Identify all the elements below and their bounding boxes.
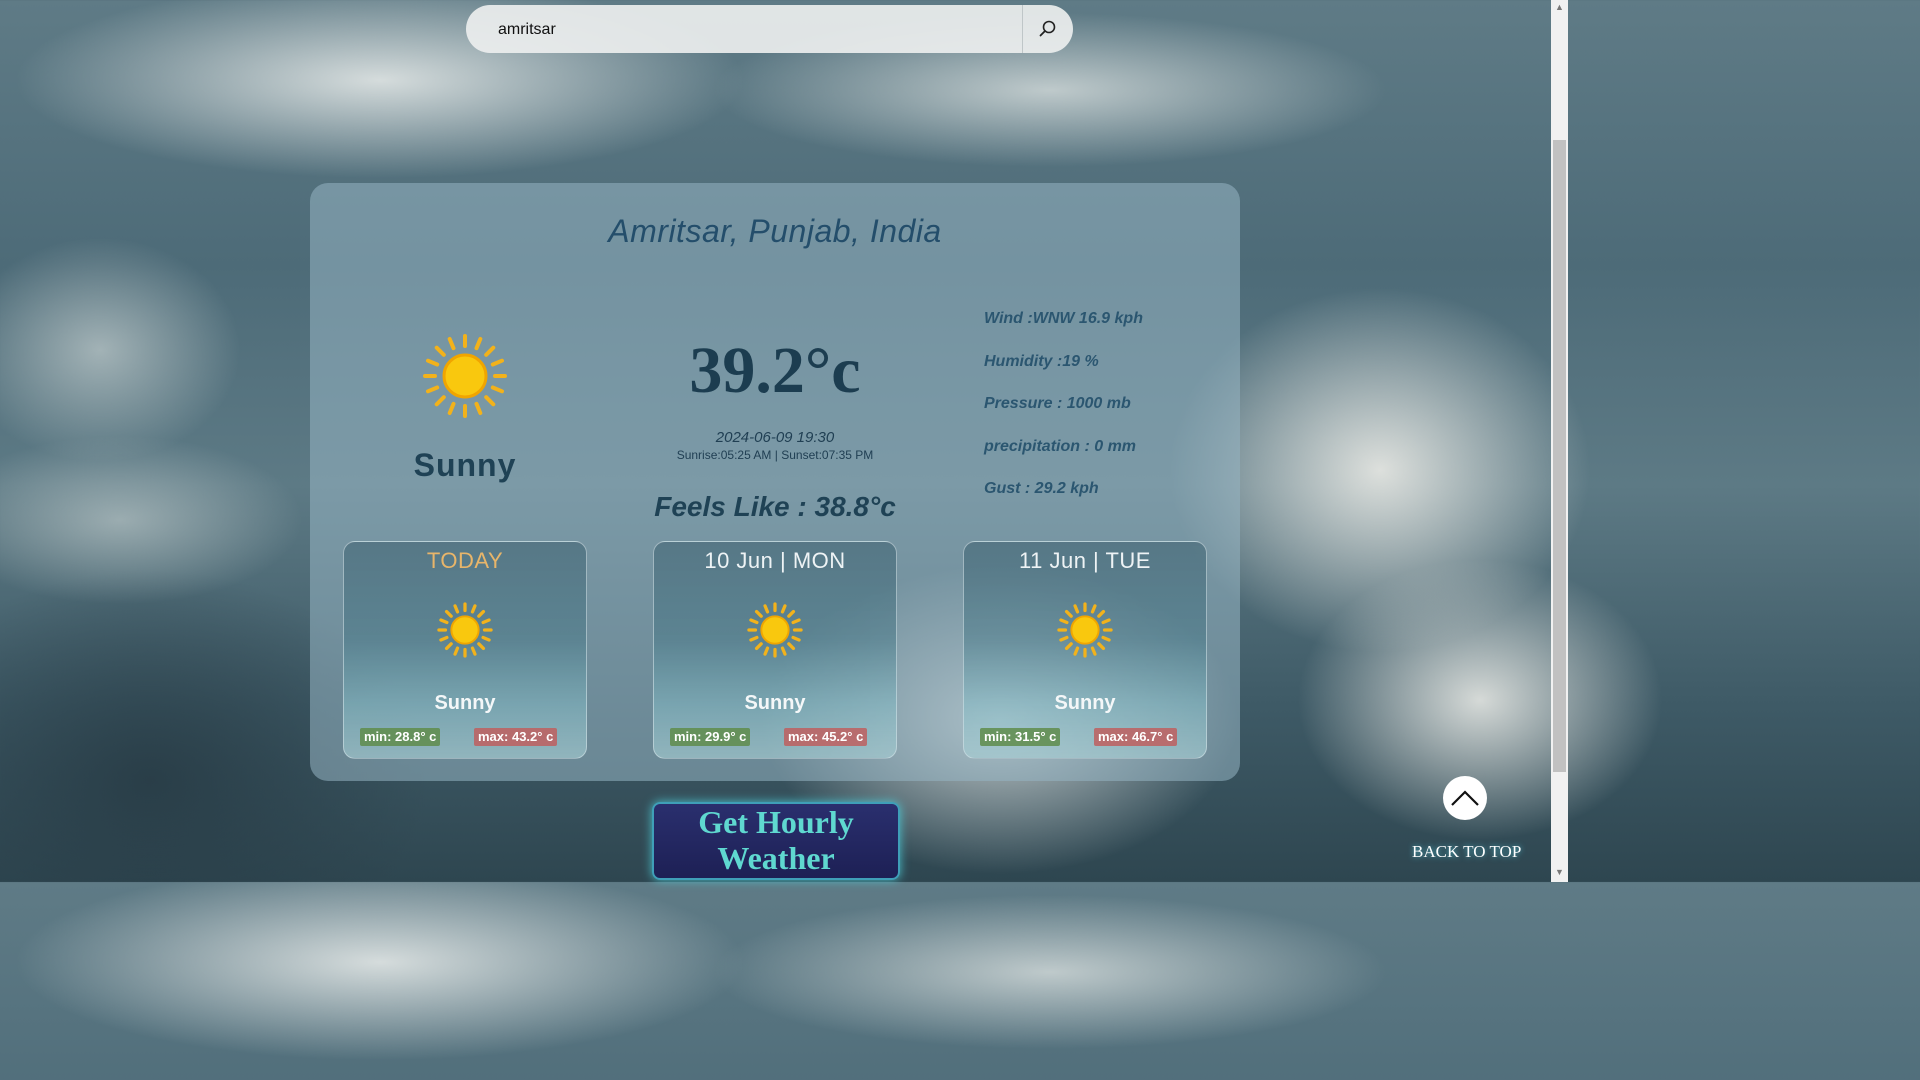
forecast-card-tue: 11 Jun | TUE Sunny min: 31.5° c max: 46.… [963,541,1207,759]
forecast-condition: Sunny [744,692,806,714]
precipitation-stat: precipitation : 0 mm [984,437,1137,455]
forecast-day: 11 Jun | TUE [1019,548,1151,573]
weather-card: Amritsar, Punjab, India Sunny 39.2°c 202… [310,183,1240,781]
location-title: Amritsar, Punjab, India [608,213,942,249]
wind-stat: Wind :WNW 16.9 kph [984,310,1143,327]
forecast-max-badge: max: 43.2° c [474,728,558,746]
forecast-card-mon: 10 Jun | MON Sunny min: 29.9° c max: 45.… [653,541,897,759]
sun-icon [422,333,508,424]
local-datetime: 2024-06-09 19:30 [715,429,835,446]
current-temperature: 39.2°c [689,334,861,407]
chevron-up-icon [1443,776,1487,820]
search-button[interactable] [1022,5,1073,53]
forecast-max-badge: max: 46.7° c [1094,728,1178,746]
scroll-up-arrow-icon[interactable]: ▲ [1555,3,1564,12]
scrollbar-thumb[interactable] [1553,140,1566,772]
hourly-button-line1: Get Hourly [698,804,854,840]
back-to-top-label: BACK TO TOP [1412,842,1522,861]
forecast-min-badge: min: 28.8° c [360,728,441,746]
search-input[interactable] [496,5,1020,53]
weather-stats: Wind :WNW 16.9 kph Humidity :19 % Pressu… [984,309,1143,522]
forecast-min-badge: min: 29.9° c [670,728,751,746]
sun-icon [747,602,803,663]
sun-icon [437,602,493,663]
search-bar [466,5,1073,53]
forecast-condition: Sunny [434,692,496,714]
current-condition: Sunny [413,447,517,483]
forecast-min-badge: min: 31.5° c [980,728,1061,746]
forecast-condition: Sunny [1054,692,1116,714]
pressure-stat: Pressure : 1000 mb [984,395,1131,412]
scroll-down-arrow-icon[interactable]: ▼ [1555,868,1564,877]
get-hourly-weather-button[interactable]: Get Hourly Weather [652,802,900,880]
gust-stat: Gust : 29.2 kph [984,480,1099,497]
sunrise-sunset: Sunrise:05:25 AM | Sunset:07:35 PM [676,448,874,462]
feels-like: Feels Like : 38.8°c [654,491,896,522]
forecast-day: TODAY [426,548,504,573]
forecast-max-badge: max: 45.2° c [784,728,868,746]
humidity-stat: Humidity :19 % [984,352,1099,370]
page-scrollbar[interactable]: ▲ ▼ [1551,0,1568,882]
sun-icon [1057,602,1113,663]
forecast-day: 10 Jun | MON [704,548,846,573]
forecast-card-today: TODAY Sunny min: 28.8° c max: 43.2° c [343,541,587,759]
hourly-button-line2: Weather [717,840,835,876]
search-icon [1039,20,1056,37]
back-to-top-button[interactable]: BACK TO TOP [1412,776,1522,862]
